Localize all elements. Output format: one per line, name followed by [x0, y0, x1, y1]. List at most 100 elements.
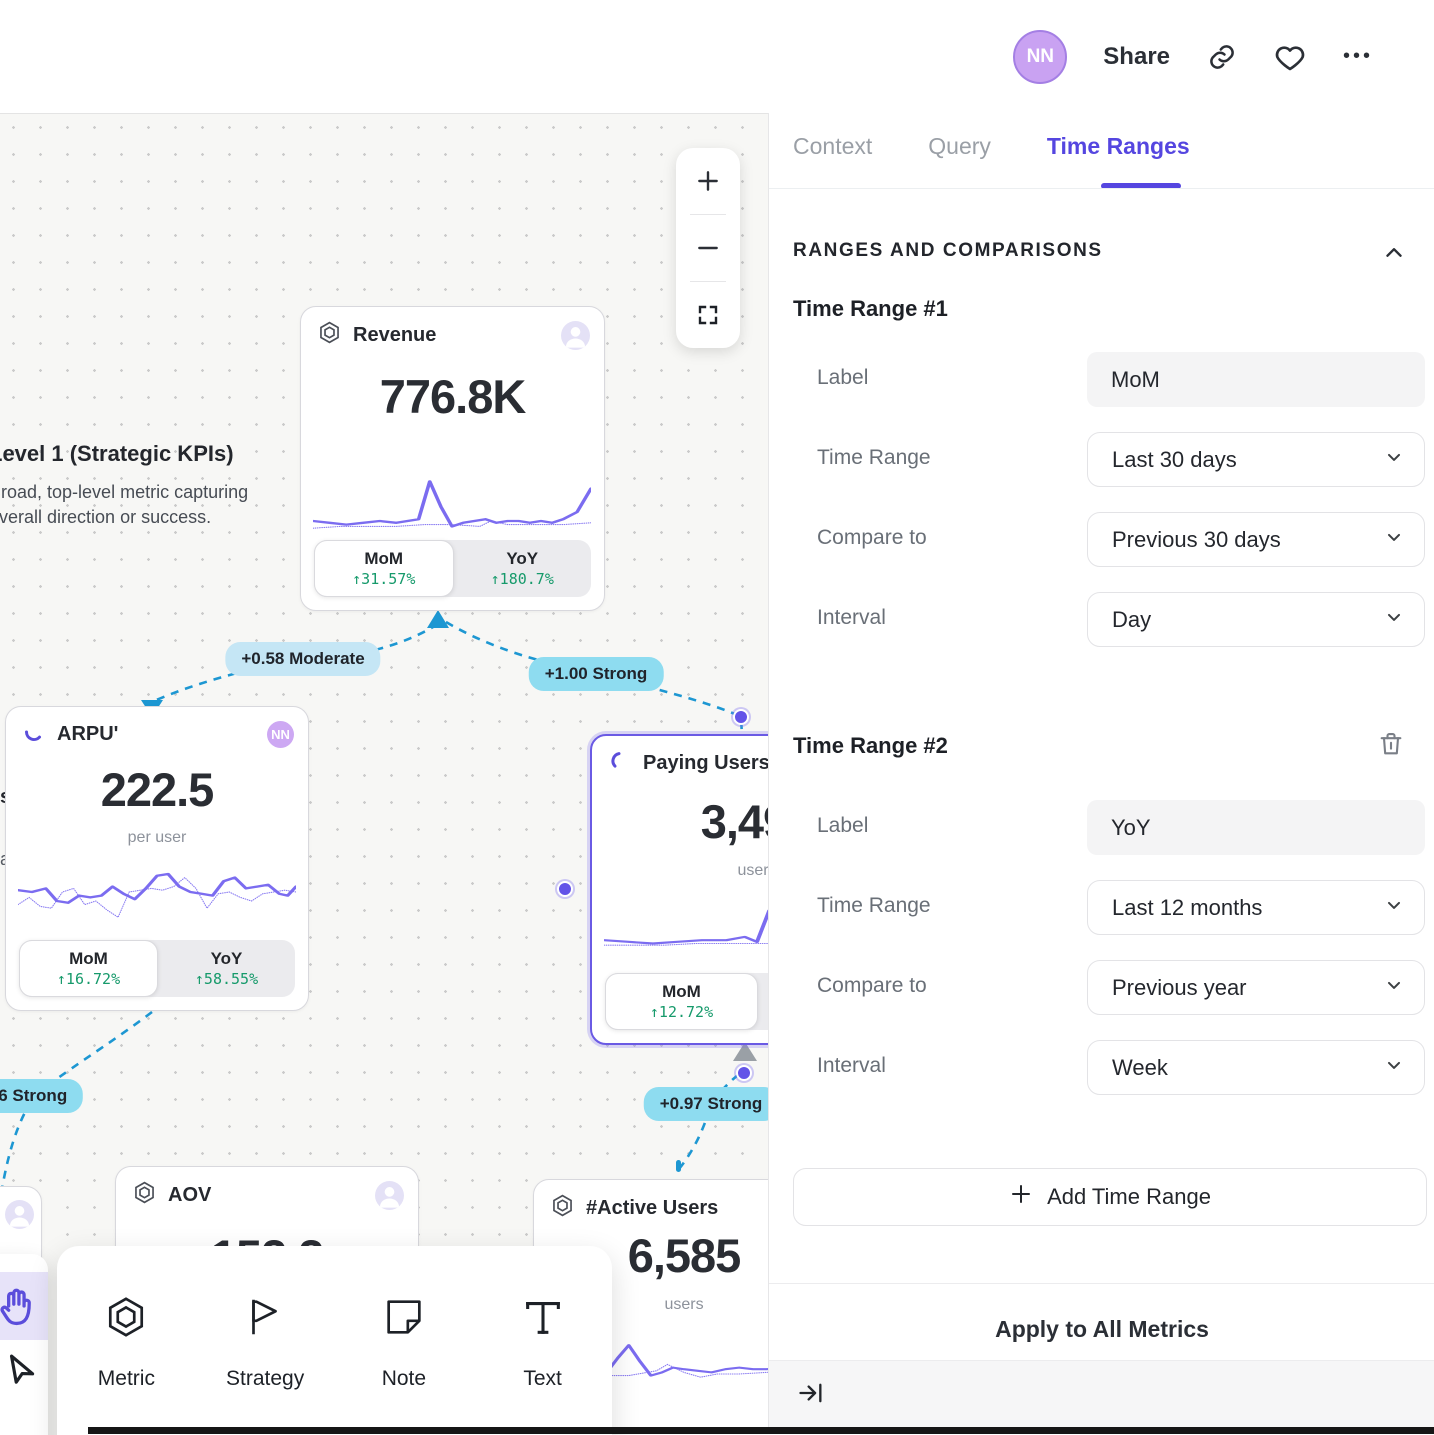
collapse-panel-icon[interactable] [797, 1379, 825, 1412]
metric-hexagon-icon [132, 1180, 157, 1210]
field-label: Compare to [817, 526, 927, 550]
top-header: NN Share ••• [0, 0, 1434, 113]
metric-card-revenue[interactable]: Revenue 776.8K MoM ↑31.57% YoY ↑180.7% [300, 306, 605, 611]
tool-note[interactable]: Note [335, 1246, 474, 1435]
compare-to-select[interactable]: Previous 30 days [1087, 512, 1425, 567]
metric-hexagon-icon [550, 1193, 575, 1223]
apply-to-all-metrics-button[interactable]: Apply to All Metrics [769, 1305, 1434, 1353]
metric-card-arpu[interactable]: ARPU' NN 222.5 per user MoM ↑16.72% YoY … [5, 706, 309, 1011]
owner-avatar-icon [5, 1200, 34, 1229]
time-range-2-title: Time Range #2 [793, 733, 948, 759]
chevron-down-icon [1384, 527, 1404, 553]
level-annotation-body: Broad, top-level metric capturing overal… [0, 480, 248, 530]
canvas-zoom-controls [676, 148, 740, 348]
chevron-down-icon [1384, 607, 1404, 633]
delete-trash-icon[interactable] [1377, 730, 1405, 763]
flag-icon [242, 1294, 288, 1345]
card-title: ARPU' [57, 723, 118, 746]
timerange-toggle: MoM ↑31.57% YoY ↑180.7% [314, 540, 591, 597]
owner-avatar: NN [267, 721, 294, 748]
chevron-down-icon [1384, 1055, 1404, 1081]
metric-value: 3,495 [592, 794, 768, 849]
bottom-edge-bar [88, 1427, 1434, 1434]
selection-handle[interactable] [736, 1065, 752, 1081]
metric-unit: users [592, 862, 768, 880]
sparkline-chart [313, 467, 591, 539]
metric-unit: per user [6, 829, 308, 847]
collapse-chevron-up-icon[interactable] [1381, 240, 1407, 271]
owner-avatar-icon [561, 321, 590, 350]
toggle-mom[interactable]: MoM ↑12.72% [605, 973, 758, 1030]
compare-to-select[interactable]: Previous year [1087, 960, 1425, 1015]
toggle-yoy[interactable]: YoY [758, 973, 768, 1030]
insert-toolbar: Metric Strategy Note Text [57, 1246, 612, 1435]
copy-link-icon[interactable] [1206, 41, 1238, 73]
zoom-out-button[interactable] [676, 215, 740, 281]
hand-pan-tool[interactable] [0, 1272, 48, 1340]
tool-text[interactable]: Text [473, 1246, 612, 1435]
fit-to-screen-icon[interactable] [676, 282, 740, 348]
add-time-range-button[interactable]: Add Time Range [793, 1168, 1427, 1226]
toggle-mom[interactable]: MoM ↑16.72% [19, 940, 158, 997]
time-range-1-title: Time Range #1 [793, 296, 948, 322]
time-range-select[interactable]: Last 30 days [1087, 432, 1425, 487]
tool-metric[interactable]: Metric [57, 1246, 196, 1435]
toggle-yoy[interactable]: YoY ↑58.55% [158, 940, 295, 997]
sparkline-chart [604, 894, 768, 960]
field-label: Label [817, 366, 868, 390]
divider [769, 188, 1434, 189]
zoom-in-button[interactable] [676, 148, 740, 214]
panel-footer [769, 1361, 1434, 1427]
note-icon [381, 1294, 427, 1345]
card-title: Revenue [353, 324, 436, 347]
metric-hexagon-icon [103, 1294, 149, 1345]
chevron-down-icon [1384, 975, 1404, 1001]
select-cursor-tool[interactable] [0, 1340, 48, 1408]
text-icon [520, 1294, 566, 1345]
interval-select[interactable]: Week [1087, 1040, 1425, 1095]
metric-tree-canvas[interactable]: Level 1 (Strategic KPIs) Broad, top-leve… [0, 113, 768, 1435]
metric-hexagon-icon [317, 320, 342, 350]
time-range-select[interactable]: Last 12 months [1087, 880, 1425, 935]
metric-card-paying-users[interactable]: Paying Users' 3,495 users MoM ↑12.72% Yo… [590, 734, 768, 1045]
field-label: Time Range [817, 446, 931, 470]
selection-handle[interactable] [733, 709, 749, 725]
tool-strategy[interactable]: Strategy [196, 1246, 335, 1435]
correlation-badge[interactable]: 66 Strong [0, 1079, 83, 1113]
metric-value: 776.8K [301, 369, 604, 424]
field-label: Label [817, 814, 868, 838]
panel-tabs: Context Query Time Ranges [793, 133, 1190, 180]
correlation-badge[interactable]: +0.58 Moderate [225, 642, 380, 676]
loading-spinner-icon [608, 749, 632, 778]
interval-select[interactable]: Day [1087, 592, 1425, 647]
settings-panel: Context Query Time Ranges RANGES AND COM… [768, 0, 1434, 1434]
plus-icon [1009, 1182, 1033, 1212]
card-title: AOV [168, 1184, 211, 1207]
level-annotation-heading: Level 1 (Strategic KPIs) [0, 441, 234, 467]
favorite-heart-icon[interactable] [1274, 41, 1306, 73]
chevron-down-icon [1384, 447, 1404, 473]
card-title: Paying Users' [643, 752, 768, 775]
card-title: #Active Users [586, 1197, 718, 1220]
toggle-yoy[interactable]: YoY ↑180.7% [454, 540, 592, 597]
metric-value: 222.5 [6, 762, 308, 817]
correlation-badge[interactable]: +0.97 Strong [644, 1087, 768, 1121]
chevron-down-icon [1384, 895, 1404, 921]
label-input[interactable]: MoM [1087, 352, 1425, 407]
tab-context[interactable]: Context [793, 133, 872, 180]
correlation-badge[interactable]: +1.00 Strong [529, 657, 664, 691]
share-button[interactable]: Share [1103, 43, 1170, 71]
field-label: Time Range [817, 894, 931, 918]
tab-time-ranges[interactable]: Time Ranges [1047, 133, 1190, 180]
field-label: Compare to [817, 974, 927, 998]
tab-query[interactable]: Query [928, 133, 991, 180]
toggle-mom[interactable]: MoM ↑31.57% [314, 540, 454, 597]
selection-handle[interactable] [557, 881, 573, 897]
divider [769, 1283, 1434, 1284]
timerange-toggle: MoM ↑12.72% YoY [605, 973, 768, 1030]
user-avatar[interactable]: NN [1013, 30, 1067, 84]
more-options-icon[interactable]: ••• [1342, 41, 1374, 73]
label-input[interactable]: YoY [1087, 800, 1425, 855]
canvas-mode-tools [0, 1254, 48, 1435]
timerange-toggle: MoM ↑16.72% YoY ↑58.55% [19, 940, 295, 997]
